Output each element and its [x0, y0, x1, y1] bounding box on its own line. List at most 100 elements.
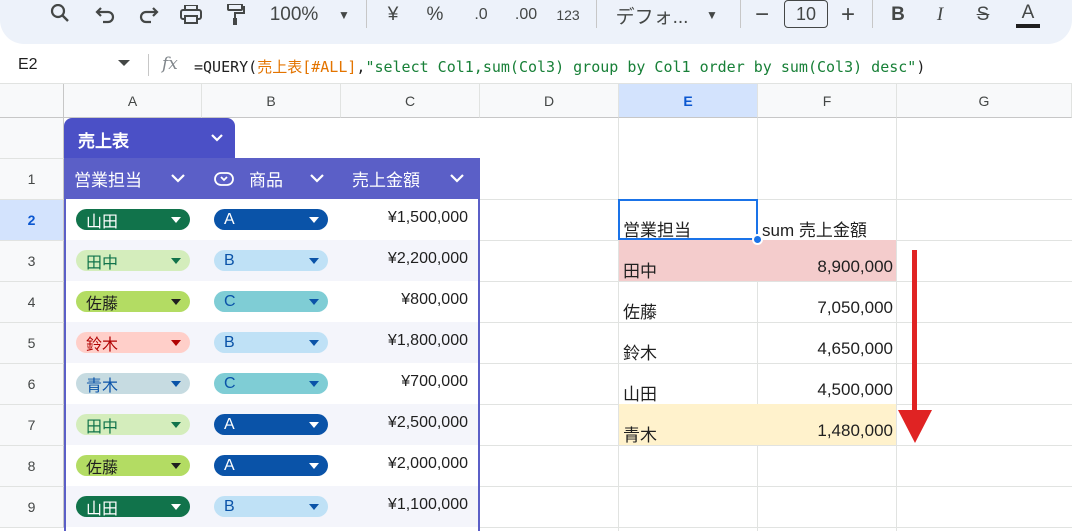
- table-header-product[interactable]: 商品: [249, 158, 283, 199]
- fill-handle[interactable]: [752, 234, 763, 245]
- text-color-button[interactable]: A: [1010, 0, 1046, 30]
- product-dropdown-chip[interactable]: A: [214, 455, 328, 476]
- table-summary-icon[interactable]: [259, 128, 281, 148]
- result-rep-cell[interactable]: 鈴木: [623, 339, 657, 364]
- italic-button[interactable]: I: [926, 0, 954, 30]
- increase-font-size-button[interactable]: +: [836, 0, 860, 30]
- currency-format-button[interactable]: ¥: [378, 0, 408, 30]
- dropdown-arrow-icon[interactable]: [171, 504, 181, 510]
- chevron-down-icon[interactable]: [210, 132, 224, 146]
- rep-dropdown-chip[interactable]: 山田: [76, 496, 190, 518]
- search-icon[interactable]: [44, 0, 76, 30]
- table-header-amount[interactable]: 売上金額: [352, 158, 420, 199]
- dropdown-arrow-icon[interactable]: [309, 299, 319, 305]
- rep-dropdown-chip[interactable]: 佐藤: [76, 291, 190, 313]
- rep-dropdown-chip[interactable]: 田中: [76, 250, 190, 272]
- bold-button[interactable]: B: [884, 0, 912, 30]
- result-rep-cell[interactable]: 青木: [623, 421, 657, 446]
- row-header-8[interactable]: 8: [0, 446, 64, 487]
- table-header-rep[interactable]: 営業担当: [74, 158, 142, 199]
- row-header-1[interactable]: 1: [0, 159, 64, 200]
- number-format-button[interactable]: 123: [552, 0, 584, 30]
- decrease-font-size-button[interactable]: −: [750, 0, 774, 30]
- formula-input[interactable]: =QUERY(売上表[#ALL],"select Col1,sum(Col3) …: [194, 56, 925, 77]
- result-header-sum[interactable]: sum 売上金額: [762, 216, 867, 241]
- amount-cell[interactable]: ¥2,200,000: [388, 250, 468, 268]
- table-name-chip[interactable]: 売上表: [64, 118, 281, 158]
- dropdown-arrow-icon[interactable]: [309, 258, 319, 264]
- row-header-7[interactable]: 7: [0, 405, 64, 446]
- product-dropdown-chip[interactable]: C: [214, 373, 328, 394]
- column-header-b[interactable]: B: [202, 84, 341, 118]
- dropdown-arrow-icon[interactable]: [171, 299, 181, 305]
- result-rep-cell[interactable]: 佐藤: [623, 298, 657, 323]
- rep-dropdown-chip[interactable]: 佐藤: [76, 455, 190, 477]
- product-dropdown-chip[interactable]: C: [214, 291, 328, 312]
- column-header-c[interactable]: C: [341, 84, 480, 118]
- print-icon[interactable]: [174, 0, 208, 30]
- product-dropdown-chip[interactable]: A: [214, 209, 328, 230]
- percent-format-button[interactable]: %: [420, 0, 450, 30]
- name-box-dropdown-icon[interactable]: [118, 60, 130, 66]
- row-header-6[interactable]: 6: [0, 364, 64, 405]
- dropdown-arrow-icon[interactable]: [171, 463, 181, 469]
- dropdown-arrow-icon[interactable]: [171, 340, 181, 346]
- result-sum-cell[interactable]: 8,900,000: [758, 257, 893, 277]
- column-header-a[interactable]: A: [64, 84, 202, 118]
- column-header-f[interactable]: F: [758, 84, 897, 118]
- dropdown-arrow-icon[interactable]: [309, 504, 319, 510]
- row-header-3[interactable]: 3: [0, 241, 64, 282]
- dropdown-arrow-icon[interactable]: [171, 422, 181, 428]
- result-sum-cell[interactable]: 1,480,000: [758, 421, 893, 441]
- product-dropdown-chip[interactable]: B: [214, 250, 328, 271]
- product-dropdown-chip[interactable]: B: [214, 496, 328, 517]
- font-select[interactable]: デフォ...: [612, 0, 692, 30]
- dropdown-arrow-icon[interactable]: [309, 381, 319, 387]
- rep-dropdown-chip[interactable]: 田中: [76, 414, 190, 436]
- result-rep-cell[interactable]: 山田: [623, 380, 657, 405]
- font-size-input[interactable]: 10: [784, 0, 828, 28]
- undo-icon[interactable]: [90, 0, 122, 30]
- increase-decimal-button[interactable]: .00: [506, 0, 546, 30]
- result-rep-cell[interactable]: 田中: [623, 257, 657, 282]
- amount-cell[interactable]: ¥700,000: [401, 373, 468, 391]
- dropdown-arrow-icon[interactable]: [309, 463, 319, 469]
- dropdown-arrow-icon[interactable]: [171, 217, 181, 223]
- zoom-dropdown-icon[interactable]: ▼: [334, 0, 354, 30]
- column-header-d[interactable]: D: [480, 84, 619, 118]
- redo-icon[interactable]: [132, 0, 164, 30]
- dropdown-arrow-icon[interactable]: [309, 217, 319, 223]
- chevron-down-icon[interactable]: [170, 170, 186, 186]
- amount-cell[interactable]: ¥1,500,000: [388, 209, 468, 227]
- rep-dropdown-chip[interactable]: 鈴木: [76, 332, 190, 354]
- amount-cell[interactable]: ¥800,000: [401, 291, 468, 309]
- amount-cell[interactable]: ¥2,000,000: [388, 455, 468, 473]
- chevron-down-icon[interactable]: [309, 170, 325, 186]
- row-header-2[interactable]: 2: [0, 200, 64, 241]
- amount-cell[interactable]: ¥2,500,000: [388, 414, 468, 432]
- column-header-e[interactable]: E: [619, 84, 758, 118]
- strikethrough-button[interactable]: S: [968, 0, 998, 30]
- product-dropdown-chip[interactable]: A: [214, 414, 328, 435]
- result-sum-cell[interactable]: 4,650,000: [758, 339, 893, 359]
- result-sum-cell[interactable]: 4,500,000: [758, 380, 893, 400]
- row-header-5[interactable]: 5: [0, 323, 64, 364]
- rep-dropdown-chip[interactable]: 青木: [76, 373, 190, 395]
- product-dropdown-chip[interactable]: B: [214, 332, 328, 353]
- chevron-down-icon[interactable]: [449, 170, 465, 186]
- result-sum-cell[interactable]: 7,050,000: [758, 298, 893, 318]
- dropdown-arrow-icon[interactable]: [171, 258, 181, 264]
- paint-format-icon[interactable]: [220, 0, 252, 30]
- row-header-9[interactable]: 9: [0, 487, 64, 528]
- amount-cell[interactable]: ¥1,800,000: [388, 332, 468, 350]
- rep-dropdown-chip[interactable]: 山田: [76, 209, 190, 231]
- dropdown-arrow-icon[interactable]: [309, 422, 319, 428]
- row-header-4[interactable]: 4: [0, 282, 64, 323]
- column-header-g[interactable]: G: [897, 84, 1072, 118]
- select-all-corner[interactable]: [0, 84, 64, 118]
- dropdown-arrow-icon[interactable]: [309, 340, 319, 346]
- font-dropdown-icon[interactable]: ▼: [702, 0, 722, 30]
- amount-cell[interactable]: ¥1,100,000: [388, 496, 468, 514]
- dropdown-arrow-icon[interactable]: [171, 381, 181, 387]
- decrease-decimal-button[interactable]: .0: [464, 0, 498, 30]
